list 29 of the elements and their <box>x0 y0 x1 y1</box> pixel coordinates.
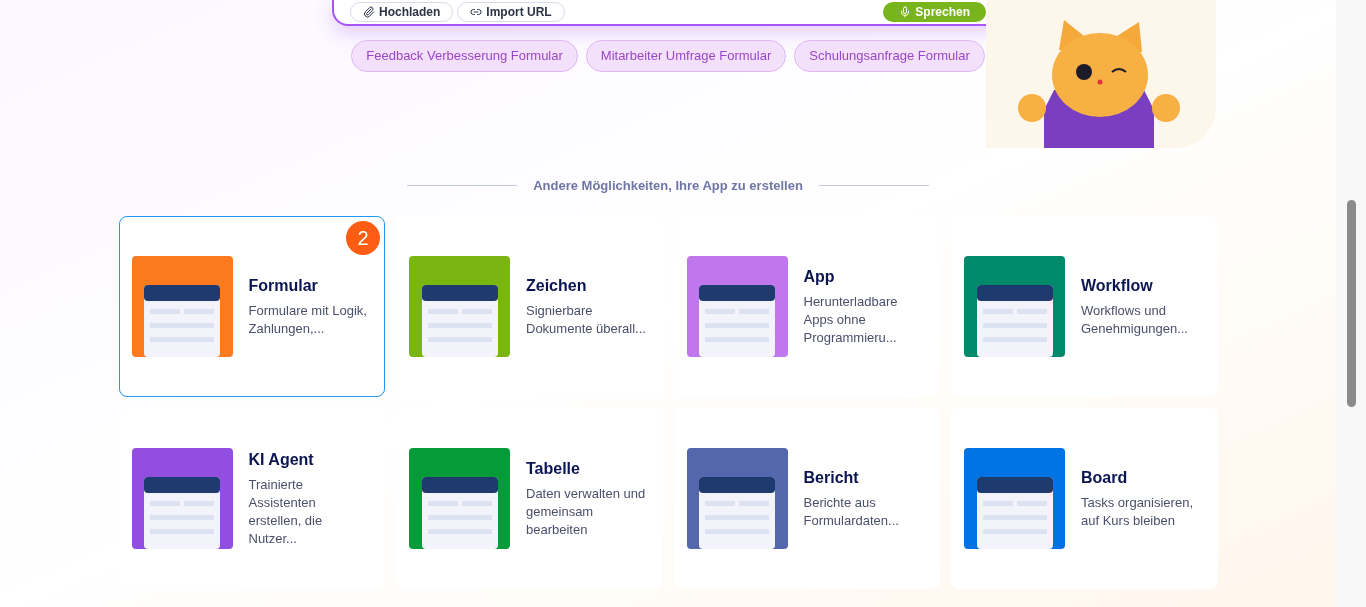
card-description: Workflows und Genehmigungen... <box>1081 302 1189 338</box>
paperclip-icon <box>363 6 375 18</box>
card-title: Zeichen <box>526 276 588 296</box>
card-description: Signierbare Dokumente überall... <box>526 302 647 338</box>
template-card[interactable]: Board Tasks organisieren, auf Kurs bleiben <box>951 407 1218 589</box>
card-title: Formular <box>248 276 319 296</box>
template-card[interactable]: Workflow Workflows und Genehmigungen... <box>951 215 1218 397</box>
card-description: Trainierte Assistenten erstellen, die Nutzer... <box>248 476 324 548</box>
template-card[interactable]: 2 Formular Formulare mit Logik, Zahlungen,... <box>118 215 385 397</box>
microphone-icon <box>899 6 912 18</box>
card-description: Formulare mit Logik, Zahlungen,... <box>248 302 368 338</box>
card-title: Board <box>1081 468 1129 488</box>
card-title: Workflow <box>1081 276 1154 296</box>
card-title: Bericht <box>803 468 860 488</box>
template-card[interactable]: Bericht Berichte aus Formulardaten... <box>673 407 940 589</box>
section-heading: Andere Möglichkeiten, Ihre App zu erstellen <box>533 177 803 195</box>
card-title: App <box>803 267 836 287</box>
step-badge: 2 <box>346 220 380 255</box>
suggestion-chip[interactable]: Feedback Verbesserung Formular <box>351 40 578 72</box>
suggestion-chip[interactable]: Mitarbeiter Umfrage Formular <box>585 40 787 72</box>
scrollbar-thumb[interactable] <box>1346 200 1356 407</box>
card-title: KI Agent <box>248 450 315 470</box>
card-description: Herunterladbare Apps ohne Programmieru... <box>803 293 899 347</box>
suggestion-chip[interactable]: Schulungsanfrage Formular <box>794 40 985 72</box>
card-description: Berichte aus Formulardaten... <box>803 494 900 530</box>
card-title: Tabelle <box>526 459 581 479</box>
link-icon <box>470 6 483 18</box>
card-description: Daten verwalten und gemeinsam bearbeiten <box>526 485 647 539</box>
card-description: Tasks organisieren, auf Kurs bleiben <box>1081 494 1194 530</box>
